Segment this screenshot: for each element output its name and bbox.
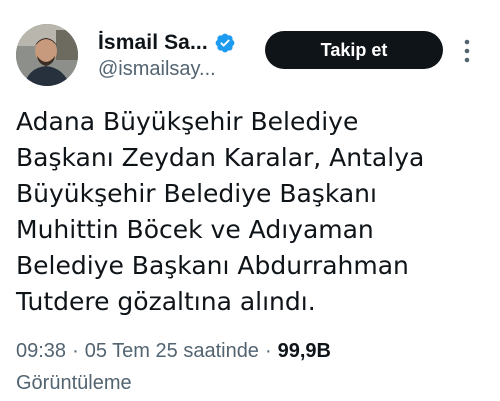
tweet-meta: 09:38 · 05 Tem 25 saatinde · 99,9B [16, 337, 331, 365]
views-count[interactable]: 99,9B [278, 340, 331, 362]
tweet-text-line: Belediye Başkanı Abdurrahman [16, 251, 409, 280]
avatar-image [16, 24, 78, 86]
author-handle[interactable]: @ismailsay... [98, 58, 216, 81]
more-options-icon[interactable] [458, 38, 476, 64]
tweet-text-line: Adana Büyükşehir Belediye [16, 107, 359, 136]
tweet-text-line: Muhittin Böcek ve Adıyaman [16, 215, 374, 244]
avatar[interactable] [16, 24, 78, 86]
tweet-date[interactable]: 05 Tem 25 saatinde [85, 340, 259, 362]
tweet-text-line: Tutdere gözaltına alındı. [16, 287, 316, 316]
meta-separator: · [72, 340, 79, 362]
tweet-text-line: Büyükşehir Belediye Başkanı [16, 179, 377, 208]
tweet-time[interactable]: 09:38 [16, 340, 66, 362]
views-label[interactable]: Görüntüleme [16, 369, 132, 397]
meta-separator: · [264, 340, 272, 362]
tweet-text-line: Başkanı Zeydan Karalar, Antalya [16, 143, 425, 172]
author-name-row[interactable]: İsmail Sa... [98, 28, 236, 58]
tweet-text: Adana Büyükşehir Belediye Başkanı Zeydan… [16, 104, 486, 320]
author-display-name[interactable]: İsmail Sa... [98, 31, 208, 55]
verified-badge-icon [214, 32, 236, 54]
follow-button[interactable]: Takip et [265, 31, 443, 69]
